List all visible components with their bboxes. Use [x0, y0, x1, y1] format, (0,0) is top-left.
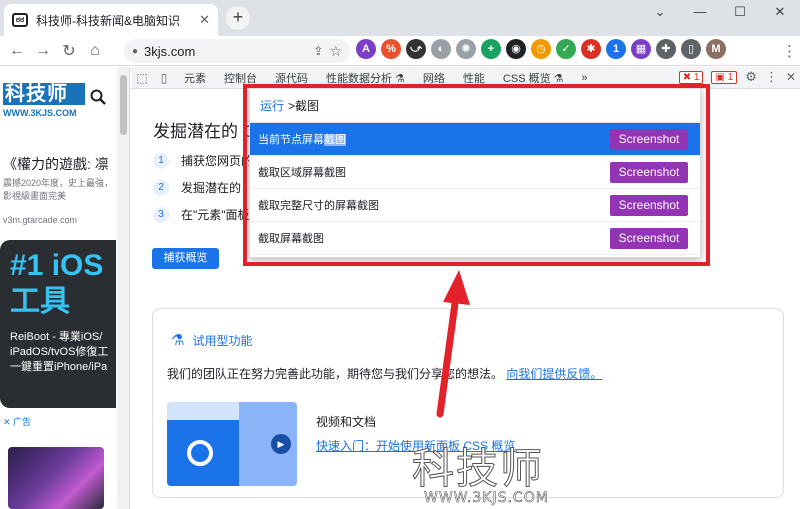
issue-count-badge[interactable]: ▣ 1 [711, 70, 738, 84]
step-item: 1 捕获您网页的 [153, 152, 253, 169]
step-text: 在"元素"面板 [181, 208, 250, 222]
browser-tab[interactable]: ಠಠ 科技师-科技新闻&电脑知识 ✕ [4, 4, 218, 36]
avatar-ext-icon[interactable]: M [706, 39, 726, 59]
news-description: 震撼2020年度，史上最強，影視級畫面完美 [3, 178, 114, 201]
chrome-logo-icon [187, 440, 213, 466]
error-count: 1 [693, 71, 700, 83]
device-toolbar-icon[interactable]: ▯ [153, 71, 175, 85]
browser-menu-icon[interactable]: ⋮ [782, 42, 797, 60]
panel-title: 发掘潜在的 C [153, 122, 255, 141]
issue-count: 1 [727, 71, 734, 83]
a-ext-icon[interactable]: A [356, 39, 376, 59]
webpage-sidebar: 科技师 WWW.3KJS.COM 《權力的遊戲: 凛 震撼2020年度，史上最強… [0, 67, 130, 509]
bird-ext-icon[interactable]: ⤻ [406, 39, 426, 59]
search-icon[interactable] [90, 89, 106, 109]
ad-label[interactable]: ✕ 广告 [3, 415, 31, 428]
one-ext-icon[interactable]: 1 [606, 39, 626, 59]
feature-description-text: 我们的团队正在努力完善此功能，期待您与我们分享您的想法。 [167, 367, 504, 381]
plus-ext-icon[interactable]: + [481, 39, 501, 59]
play-icon[interactable]: ▶ [271, 434, 291, 454]
step-text: 发掘潜在的 [181, 181, 242, 195]
check-ext-icon[interactable]: ✓ [556, 39, 576, 59]
feature-title-row: ⚗ 试用型功能 [171, 331, 252, 349]
watermark: 科技师 [411, 435, 574, 494]
ad-banner[interactable]: #1 iOS 工具 ReiBoot - 專業iOS/ iPadOS/tvOS修復… [0, 240, 116, 408]
feedback-link[interactable]: 向我们提供反馈。 [506, 367, 602, 381]
close-devtools-icon[interactable]: ✕ [786, 70, 796, 84]
site-favicon-icon: ಠಠ [12, 13, 28, 27]
percent-ext-icon[interactable]: % [381, 39, 401, 59]
annotation-highlight-box [243, 84, 710, 266]
ad-subheadline: 工具 [10, 285, 70, 318]
step-number: 3 [153, 206, 169, 223]
maximize-icon[interactable]: ☐ [720, 0, 760, 28]
tab-search-icon[interactable]: ⌄ [640, 0, 680, 28]
close-window-icon[interactable]: ✕ [760, 0, 800, 28]
gray-ext-icon[interactable]: ◐ [431, 39, 451, 59]
face-ext-icon[interactable]: ◉ [506, 39, 526, 59]
ad-body-line: ReiBoot - 專業iOS/ [10, 331, 103, 343]
lock-icon[interactable]: ● [132, 46, 138, 57]
video-label: 视频和文档 [316, 415, 377, 429]
share-icon[interactable]: ⇪ [313, 44, 323, 58]
inspect-element-icon[interactable]: ⬚ [131, 71, 153, 85]
step-number: 1 [153, 152, 169, 169]
site-logo-url: WWW.3KJS.COM [3, 108, 77, 118]
close-tab-icon[interactable]: ✕ [199, 12, 210, 28]
back-icon[interactable]: ← [4, 42, 30, 60]
url-text[interactable]: 3kjs.com [144, 44, 307, 59]
ad-image[interactable] [8, 447, 104, 509]
scrollbar-thumb[interactable] [120, 75, 127, 135]
step-item: 3 在"元素"面板 [153, 206, 250, 223]
tab-strip: ಠಠ 科技师-科技新闻&电脑知识 ✕ + ⌄ — ☐ ✕ [0, 0, 800, 36]
browser-toolbar: ← → ↻ ⌂ ● 3kjs.com ⇪ ☆ A% ⤻ ◐ ✺ + ◉ ◷ ✓ ✱ 1 ▦ ✚ ▯ M ⋮ [0, 36, 800, 66]
step-number: 2 [153, 179, 169, 196]
flask-icon: ⚗ [171, 332, 185, 349]
news-source[interactable]: v3m.gtarcade.com [3, 215, 77, 225]
video-thumbnail[interactable]: ▶ [167, 402, 297, 486]
more-tabs-icon[interactable]: » [573, 72, 597, 84]
error-count-badge[interactable]: ✖ 1 [678, 70, 704, 84]
forward-icon[interactable]: → [30, 42, 56, 60]
site-logo[interactable]: 科技师 [3, 83, 85, 105]
star-icon[interactable]: ☆ [329, 43, 342, 60]
watermark-text: 科技师 [411, 444, 545, 494]
minimize-icon[interactable]: — [680, 0, 720, 28]
feature-title: 试用型功能 [192, 333, 253, 348]
bug-ext-icon[interactable]: ✱ [581, 39, 601, 59]
devtools-right-controls: ✖ 1 ▣ 1 ⚙ ⋮ ✕ [678, 69, 796, 85]
wheel-ext-icon[interactable]: ✺ [456, 39, 476, 59]
settings-icon[interactable]: ⚙ [745, 69, 757, 85]
grid-ext-icon[interactable]: ▦ [631, 39, 651, 59]
watermark-url: WWW.3KJS.COM [424, 490, 549, 507]
devtools-more-icon[interactable]: ⋮ [765, 69, 778, 85]
tab-elements[interactable]: 元素 [175, 70, 215, 86]
ad-headline: #1 iOS [10, 249, 104, 282]
step-item: 2 发掘潜在的 [153, 179, 241, 196]
ad-body-line: iPadOS/tvOS修復工 [10, 346, 109, 358]
reload-icon[interactable]: ↻ [56, 41, 82, 61]
extensions-row: A% ⤻ ◐ ✺ + ◉ ◷ ✓ ✱ 1 ▦ ✚ ▯ M [356, 39, 726, 59]
puzzle-ext-icon[interactable]: ✚ [656, 39, 676, 59]
address-bar[interactable]: ● 3kjs.com ⇪ ☆ [124, 39, 350, 63]
capture-overview-button[interactable]: 捕获概览 [152, 248, 219, 269]
home-icon[interactable]: ⌂ [82, 42, 108, 60]
feature-description: 我们的团队正在努力完善此功能，期待您与我们分享您的想法。 向我们提供反馈。 [167, 365, 602, 382]
tab-title: 科技师-科技新闻&电脑知识 [36, 13, 181, 28]
news-title[interactable]: 《權力的遊戲: 凛 [3, 154, 109, 174]
sidebar-ext-icon[interactable]: ▯ [681, 39, 701, 59]
ad-body-line: 一鍵重置iPhone/iPa [10, 361, 108, 373]
new-tab-button[interactable]: + [226, 6, 250, 30]
clock-ext-icon[interactable]: ◷ [531, 39, 551, 59]
